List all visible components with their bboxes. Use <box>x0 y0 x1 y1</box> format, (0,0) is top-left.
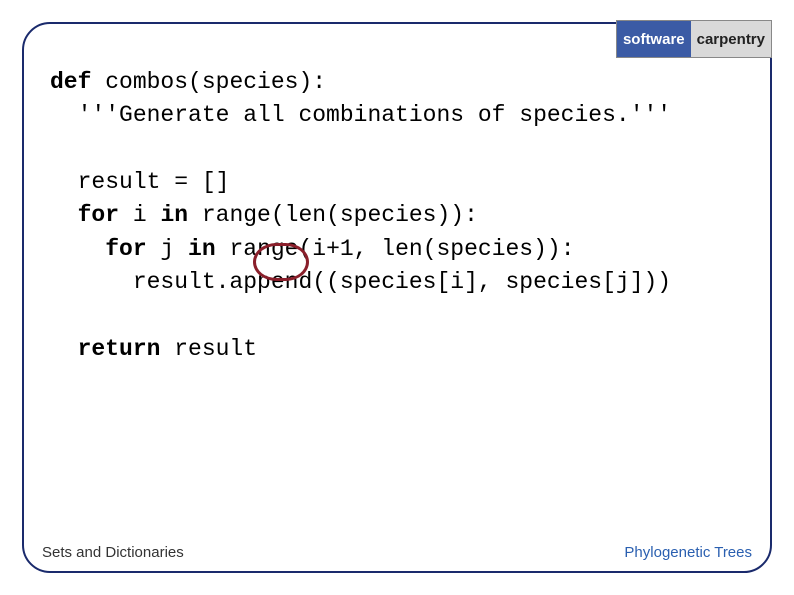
code-text: range(len(species)): <box>188 202 478 228</box>
keyword-for: for <box>50 202 119 228</box>
code-text: result.append((species[i], species[j])) <box>50 269 671 295</box>
keyword-def: def <box>50 69 91 95</box>
keyword-in: in <box>160 202 188 228</box>
code-text: result <box>160 336 257 362</box>
code-docstring: '''Generate all combinations of species.… <box>50 102 671 128</box>
logo-badge: software carpentry <box>616 20 772 58</box>
footer-left: Sets and Dictionaries <box>42 544 184 561</box>
keyword-return: return <box>50 336 160 362</box>
logo-right-panel: carpentry <box>691 21 771 57</box>
footer-right: Phylogenetic Trees <box>624 544 752 561</box>
highlight-oval <box>253 243 309 281</box>
code-text: combos(species): <box>91 69 326 95</box>
logo-text-software: software <box>623 32 685 47</box>
logo-text-carpentry: carpentry <box>697 31 765 48</box>
slide-footer: Sets and Dictionaries Phylogenetic Trees <box>42 544 752 561</box>
code-text: j <box>147 236 188 262</box>
code-text: i <box>119 202 160 228</box>
keyword-for: for <box>50 236 147 262</box>
code-text: result = [] <box>50 169 229 195</box>
code-block: def combos(species): '''Generate all com… <box>50 66 671 366</box>
keyword-in: in <box>188 236 216 262</box>
logo-left-panel: software <box>617 21 691 57</box>
